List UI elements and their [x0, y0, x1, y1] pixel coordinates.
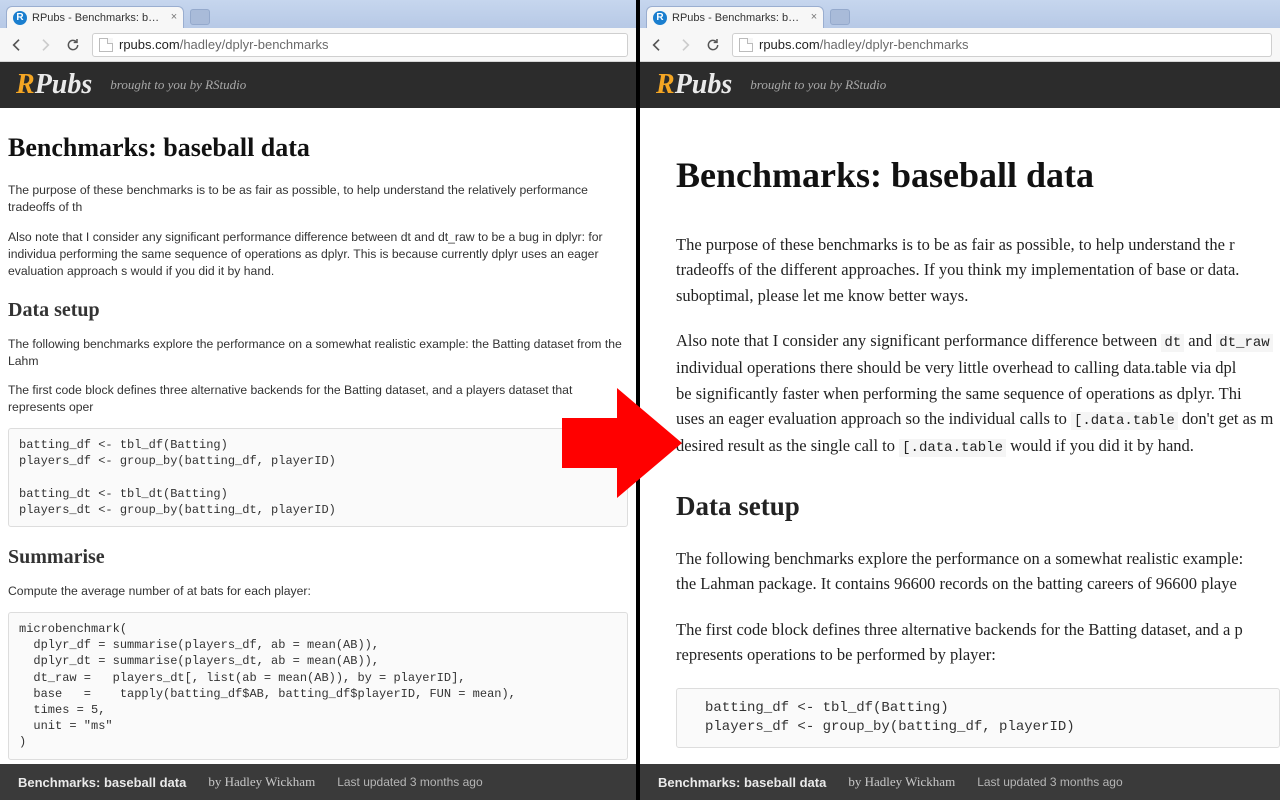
footer-title: Benchmarks: baseball data	[18, 775, 186, 790]
footer-updated: Last updated 3 months ago	[977, 775, 1122, 789]
favicon-icon: R	[13, 11, 27, 25]
forward-button[interactable]	[36, 36, 54, 54]
footer-author: by Hadley Wickham	[848, 774, 955, 790]
forward-button[interactable]	[676, 36, 694, 54]
section-heading: Data setup	[8, 296, 628, 324]
rpubs-tagline: brought to you by RStudio	[750, 77, 886, 93]
url-path: /hadley/dplyr-benchmarks	[820, 37, 969, 52]
code-block: batting_df <- tbl_df(Batting) players_df…	[676, 688, 1280, 748]
rpubs-footer: Benchmarks: baseball data by Hadley Wick…	[640, 764, 1280, 800]
address-bar[interactable]: rpubs.com/hadley/dplyr-benchmarks	[92, 33, 628, 57]
back-button[interactable]	[8, 36, 26, 54]
paragraph: Also note that I consider any significan…	[676, 328, 1280, 459]
footer-author: by Hadley Wickham	[208, 774, 315, 790]
rpubs-header: RPubs brought to you by RStudio	[640, 62, 1280, 108]
paragraph: Also note that I consider any significan…	[8, 229, 628, 280]
logo-r: R	[16, 69, 35, 100]
browser-toolbar: rpubs.com/hadley/dplyr-benchmarks	[0, 28, 636, 62]
logo-pubs: Pubs	[675, 69, 733, 100]
page-icon	[99, 38, 113, 52]
reload-button[interactable]	[64, 36, 82, 54]
section-heading: Data setup	[676, 486, 1280, 528]
tab-close-button[interactable]: ×	[171, 11, 177, 23]
url-path: /hadley/dplyr-benchmarks	[180, 37, 329, 52]
tab-strip: R RPubs - Benchmarks: b… ×	[0, 0, 636, 28]
code-block: microbenchmark( dplyr_df = summarise(pla…	[8, 612, 628, 760]
page-content[interactable]: Benchmarks: baseball data The purpose of…	[0, 108, 636, 800]
paragraph: The following benchmarks explore the per…	[676, 546, 1280, 597]
page-title: Benchmarks: baseball data	[676, 148, 1280, 204]
inline-code: [.data.table	[1071, 412, 1178, 430]
rpubs-footer: Benchmarks: baseball data by Hadley Wick…	[0, 764, 636, 800]
inline-code: dt_raw	[1216, 334, 1272, 352]
document: Benchmarks: baseball data The purpose of…	[640, 108, 1280, 748]
paragraph: The purpose of these benchmarks is to be…	[8, 182, 628, 216]
document: Benchmarks: baseball data The purpose of…	[0, 108, 636, 800]
tab-close-button[interactable]: ×	[811, 11, 817, 23]
paragraph: Compute the average number of at bats fo…	[8, 583, 628, 600]
left-browser-window: R RPubs - Benchmarks: b… × rpubs.com/had…	[0, 0, 640, 800]
logo-pubs: Pubs	[35, 69, 93, 100]
right-browser-window: R RPubs - Benchmarks: b… × rpubs.com/had…	[640, 0, 1280, 800]
browser-toolbar: rpubs.com/hadley/dplyr-benchmarks	[640, 28, 1280, 62]
rpubs-tagline: brought to you by RStudio	[110, 77, 246, 93]
page-content[interactable]: Benchmarks: baseball data The purpose of…	[640, 108, 1280, 800]
code-block: batting_df <- tbl_df(Batting) players_df…	[8, 428, 628, 527]
tab-strip: R RPubs - Benchmarks: b… ×	[640, 0, 1280, 28]
footer-updated: Last updated 3 months ago	[337, 775, 482, 789]
address-bar[interactable]: rpubs.com/hadley/dplyr-benchmarks	[732, 33, 1272, 57]
paragraph: The purpose of these benchmarks is to be…	[676, 232, 1280, 309]
rpubs-logo[interactable]: RPubs	[656, 69, 732, 101]
url-host: rpubs.com	[119, 37, 180, 52]
page-title: Benchmarks: baseball data	[8, 130, 628, 166]
favicon-icon: R	[653, 11, 667, 25]
section-heading: Summarise	[8, 543, 628, 571]
rpubs-logo[interactable]: RPubs	[16, 69, 92, 101]
arrow-icon	[562, 388, 682, 503]
paragraph: The first code block defines three alter…	[676, 617, 1280, 668]
new-tab-button[interactable]	[190, 9, 210, 25]
paragraph: The first code block defines three alter…	[8, 382, 628, 416]
tab-title: RPubs - Benchmarks: b…	[672, 12, 799, 24]
page-icon	[739, 38, 753, 52]
browser-tab[interactable]: R RPubs - Benchmarks: b… ×	[646, 6, 824, 28]
footer-title: Benchmarks: baseball data	[658, 775, 826, 790]
browser-tab[interactable]: R RPubs - Benchmarks: b… ×	[6, 6, 184, 28]
new-tab-button[interactable]	[830, 9, 850, 25]
url-host: rpubs.com	[759, 37, 820, 52]
tab-title: RPubs - Benchmarks: b…	[32, 12, 159, 24]
rpubs-header: RPubs brought to you by RStudio	[0, 62, 636, 108]
inline-code: [.data.table	[899, 439, 1006, 457]
paragraph: The following benchmarks explore the per…	[8, 336, 628, 370]
back-button[interactable]	[648, 36, 666, 54]
reload-button[interactable]	[704, 36, 722, 54]
inline-code: dt	[1161, 334, 1184, 352]
logo-r: R	[656, 69, 675, 100]
